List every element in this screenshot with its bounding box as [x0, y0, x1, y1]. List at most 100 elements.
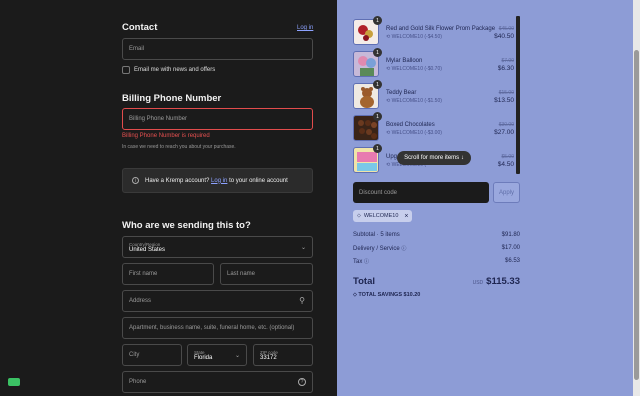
chat-widget-button[interactable] — [8, 378, 20, 386]
newsletter-label: Email me with news and offers — [134, 67, 216, 73]
item-price: $27.00 — [494, 129, 514, 136]
scrollbar-thumb[interactable] — [634, 50, 639, 380]
newsletter-checkbox[interactable] — [122, 66, 130, 74]
item-name: Upg — [386, 154, 398, 160]
subtotal-value: $91.80 — [501, 232, 520, 238]
help-icon[interactable]: ? — [298, 378, 306, 386]
total-label: Total — [353, 276, 375, 287]
first-name-field[interactable]: First name — [122, 263, 214, 285]
quantity-badge: 1 — [373, 16, 382, 25]
item-discount-text: WELCOME10 (-$3.00) — [391, 130, 442, 136]
item-price: $4.50 — [497, 161, 514, 168]
city-placeholder: City — [129, 352, 140, 358]
cart-item: 1 Mylar Balloon ⟲ WELCOME10 (-$0.70) $7.… — [353, 48, 520, 80]
item-old-price: $45.00 — [498, 26, 514, 32]
cart-items-scrollbar[interactable] — [516, 16, 520, 174]
quantity-badge: 1 — [373, 112, 382, 121]
quantity-badge: 1 — [373, 48, 382, 57]
applied-code: WELCOME10 — [363, 213, 399, 219]
tax-label: Tax — [353, 259, 363, 265]
account-login-link[interactable]: Log in — [211, 178, 227, 184]
total-savings: ⬦ TOTAL SAVINGS $10.20 — [353, 292, 420, 299]
email-placeholder: Email — [129, 46, 145, 52]
quantity-badge: 1 — [373, 144, 382, 153]
login-link[interactable]: Log in — [297, 25, 313, 31]
item-old-price: $7.00 — [501, 58, 514, 64]
item-discount: ⟲ WELCOME10 (-$3.00) — [386, 130, 442, 136]
currency-label: USD — [472, 280, 484, 286]
state-select[interactable]: State Florida ⌄ — [187, 344, 247, 366]
billing-phone-field[interactable]: Billing Phone Number — [122, 108, 313, 130]
last-name-placeholder: Last name — [227, 271, 256, 277]
item-old-price: $30.00 — [498, 122, 514, 128]
help-icon[interactable]: ⓘ — [401, 246, 406, 252]
close-icon[interactable]: × — [404, 213, 408, 220]
savings-value: $10.20 — [403, 292, 421, 298]
cart-item: 1 Teddy Bear ⟲ WELCOME10 (-$1.50) $15.00… — [353, 80, 520, 112]
info-icon: i — [132, 177, 139, 184]
item-discount: ⟲ WELCOME10 (-$0.70) — [386, 66, 442, 72]
item-name: Red and Gold Silk Flower Prom Package — [386, 26, 496, 32]
apartment-placeholder: Apartment, business name, suite, funeral… — [129, 325, 295, 331]
applied-discount-tag: ⬦ WELCOME10 × — [353, 210, 412, 222]
tag-icon: ⬦ — [357, 212, 361, 219]
scroll-for-more-button[interactable]: Scroll for more items ↓ — [397, 151, 471, 165]
billing-phone-placeholder: Billing Phone Number — [129, 116, 188, 122]
email-field[interactable]: Email — [122, 38, 313, 60]
account-banner: i Have a Kremp account? Log in to your o… — [122, 168, 313, 193]
account-banner-prefix: Have a Kremp account? — [145, 177, 210, 184]
phone-placeholder: Phone — [129, 379, 147, 385]
delivery-value: $17.00 — [501, 245, 520, 251]
subtotal-label: Subtotal · 5 items — [353, 232, 400, 238]
total-value: $115.33 — [486, 276, 520, 287]
last-name-field[interactable]: Last name — [220, 263, 313, 285]
shipping-title: Who are we sending this to? — [122, 220, 251, 231]
chevron-down-icon: ⌄ — [300, 245, 306, 251]
item-discount-text: WELCOME10 (-$0.70) — [391, 66, 442, 72]
billing-phone-title: Billing Phone Number — [122, 93, 222, 104]
billing-phone-note: In case we need to reach you about your … — [122, 144, 236, 150]
item-discount-text: WELCOME10 (-$1.50) — [391, 98, 442, 104]
cart-item: 1 Red and Gold Silk Flower Prom Package … — [353, 16, 520, 48]
item-old-price: $5.00 — [501, 154, 514, 160]
zip-field[interactable]: ZIP code 33172 — [253, 344, 313, 366]
checkout-form-panel: › Contact Log in Email Email me with new… — [0, 0, 337, 396]
billing-phone-error: Billing Phone Number is required — [122, 133, 210, 139]
zip-value: 33172 — [260, 354, 277, 361]
first-name-placeholder: First name — [129, 271, 158, 277]
country-select[interactable]: Country/Region United States ⌄ — [122, 236, 313, 258]
chevron-down-icon: ⌄ — [234, 353, 240, 359]
address-placeholder: Address — [129, 298, 152, 304]
cart-item: 1 Boxed Chocolates ⟲ WELCOME10 (-$3.00) … — [353, 112, 520, 144]
subtotal-row: Subtotal · 5 items $91.80 — [353, 232, 520, 238]
savings-label: TOTAL SAVINGS — [358, 292, 402, 298]
delivery-row: Delivery / Service ⓘ $17.00 — [353, 245, 520, 252]
tax-value: $6.53 — [504, 258, 520, 264]
item-discount: ⟲ WELCOME10 (-$4.50) — [386, 34, 442, 40]
total-amount: USD $115.33 — [470, 276, 520, 287]
item-discount-text: WELCOME10 (-$4.50) — [391, 34, 442, 40]
apartment-field[interactable]: Apartment, business name, suite, funeral… — [122, 317, 313, 339]
phone-field[interactable]: Phone ? — [122, 371, 313, 393]
search-icon: ⚲ — [299, 296, 305, 305]
account-banner-suffix: to your online account — [229, 177, 288, 184]
page-scrollbar[interactable] — [633, 0, 640, 396]
discount-code-input[interactable]: Discount code — [353, 182, 489, 203]
item-price: $6.30 — [497, 65, 514, 72]
quantity-badge: 1 — [373, 80, 382, 89]
address-field[interactable]: Address ⚲ — [122, 290, 313, 312]
scroll-hint-label: Scroll for more items — [404, 155, 460, 161]
item-name: Mylar Balloon — [386, 58, 423, 64]
item-old-price: $15.00 — [498, 90, 514, 96]
country-value: United States — [129, 246, 166, 253]
item-price: $40.50 — [494, 33, 514, 40]
discount-placeholder: Discount code — [359, 189, 398, 196]
item-price: $13.50 — [494, 97, 514, 104]
item-name: Teddy Bear — [386, 90, 417, 96]
city-field[interactable]: City — [122, 344, 182, 366]
tag-icon: ⬦ — [353, 292, 357, 298]
help-icon[interactable]: ⓘ — [364, 259, 369, 265]
item-discount: ⟲ WELCOME10 (-$1.50) — [386, 98, 442, 104]
apply-button[interactable]: Apply — [493, 182, 520, 203]
item-name: Boxed Chocolates — [386, 122, 435, 128]
